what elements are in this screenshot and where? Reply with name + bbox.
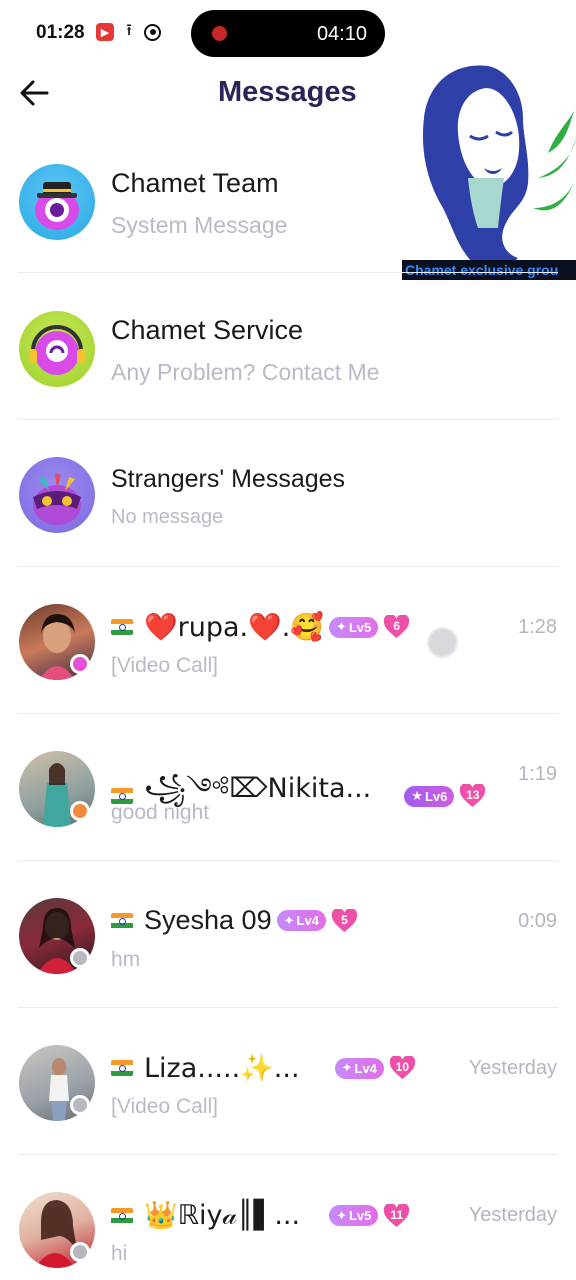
thread-subtitle: Any Problem? Contact Me — [111, 359, 380, 385]
online-status-dot — [70, 654, 90, 674]
level-badge: ✦ Lv4 — [276, 910, 326, 931]
camera-icon — [144, 23, 161, 41]
screen-recording-indicator[interactable]: 04:10 — [191, 10, 385, 57]
heart-count-badge: 10 — [389, 1056, 416, 1080]
system-thread-chamet-team[interactable]: Chamet Team System Message — [0, 126, 576, 273]
level-badge: ✦ Lv5 — [329, 1205, 379, 1226]
masked-avatar-icon — [19, 457, 95, 533]
heart-count-badge: 5 — [331, 908, 358, 933]
last-message: [Video Call] — [111, 1095, 219, 1118]
conversation-row[interactable]: ꧁༺⌦Nikita... ★ Lv6 13 good night 1:19 — [0, 714, 576, 861]
conversation-row[interactable]: Syesha 09 ✦ Lv4 5 hm 0:09 — [0, 861, 576, 1008]
heart-count-badge: 6 — [383, 615, 410, 639]
india-flag-icon — [111, 912, 133, 929]
busy-status-dot — [70, 801, 90, 821]
level-badge: ✦ Lv5 — [328, 616, 379, 638]
contact-name: ❤️rupa.❤️.🥰 — [144, 612, 324, 643]
owl-hat-avatar-icon — [19, 164, 95, 240]
recording-dot-icon — [212, 26, 227, 41]
last-message: good night — [111, 801, 210, 824]
message-time: 1:19 — [518, 763, 557, 785]
message-time: 1:28 — [518, 616, 557, 638]
last-message: hi — [111, 1242, 128, 1265]
conversation-name-line: 👑ℝiy𝒶║▌... ✦ Lv5 11 — [111, 1199, 410, 1232]
status-bar: 01:28 ▶ ⭱ 04:10 — [0, 0, 576, 64]
thread-subtitle: System Message — [111, 212, 288, 238]
heart-count-badge: 11 — [383, 1203, 410, 1228]
thread-name: Chamet Team — [111, 168, 279, 198]
message-time: Yesterday — [468, 1057, 557, 1079]
back-arrow-icon[interactable] — [18, 76, 52, 110]
india-flag-icon — [111, 619, 133, 635]
last-message: hm — [111, 948, 141, 971]
contact-name: Liza.....✨... — [144, 1053, 300, 1084]
status-icons: ▶ ⭱ — [96, 21, 161, 41]
thread-name: Strangers' Messages — [111, 465, 346, 493]
conversation-row[interactable]: 👑ℝiy𝒶║▌... ✦ Lv5 11 hi Yesterday — [0, 1155, 576, 1280]
conversation-name-line: Syesha 09 ✦ Lv4 5 — [111, 905, 358, 936]
conversation-name-line: ❤️rupa.❤️.🥰 ✦ Lv5 6 — [111, 611, 410, 643]
upload-icon: ⭱ — [126, 21, 132, 39]
conversation-name-line: Liza.....✨... ✦ Lv4 10 — [111, 1052, 416, 1084]
level-badge: ★ Lv6 — [404, 785, 455, 807]
offline-status-dot — [70, 1095, 90, 1115]
headset-avatar-icon — [19, 311, 95, 387]
level-badge: ✦ Lv4 — [334, 1057, 384, 1079]
thread-subtitle: No message — [111, 506, 224, 528]
offline-status-dot — [70, 1242, 90, 1262]
status-time: 01:28 — [36, 22, 85, 43]
contact-name: Syesha 09 — [144, 905, 272, 935]
conversation-row[interactable]: ❤️rupa.❤️.🥰 ✦ Lv5 6 [Video Call] 1:28 — [0, 567, 576, 714]
offline-status-dot — [70, 948, 90, 968]
heart-count-badge: 13 — [459, 784, 486, 808]
conversation-row[interactable]: Liza.....✨... ✦ Lv4 10 [Video Call] Yeste… — [0, 1008, 576, 1155]
contact-name: 👑ℝiy𝒶║▌... — [144, 1200, 301, 1231]
message-time: 0:09 — [518, 910, 557, 932]
system-thread-strangers[interactable]: Strangers' Messages No message — [0, 420, 576, 567]
thread-name: Chamet Service — [111, 315, 304, 345]
record-app-icon: ▶ — [96, 23, 114, 41]
message-time: Yesterday — [468, 1204, 557, 1226]
recording-time: 04:10 — [316, 23, 367, 45]
last-message: [Video Call] — [111, 654, 219, 677]
system-thread-chamet-service[interactable]: Chamet Service Any Problem? Contact Me — [0, 273, 576, 420]
page-title: Messages — [218, 76, 357, 108]
india-flag-icon — [111, 1060, 133, 1076]
floating-touch-indicator[interactable] — [427, 627, 458, 658]
india-flag-icon — [111, 1207, 133, 1224]
